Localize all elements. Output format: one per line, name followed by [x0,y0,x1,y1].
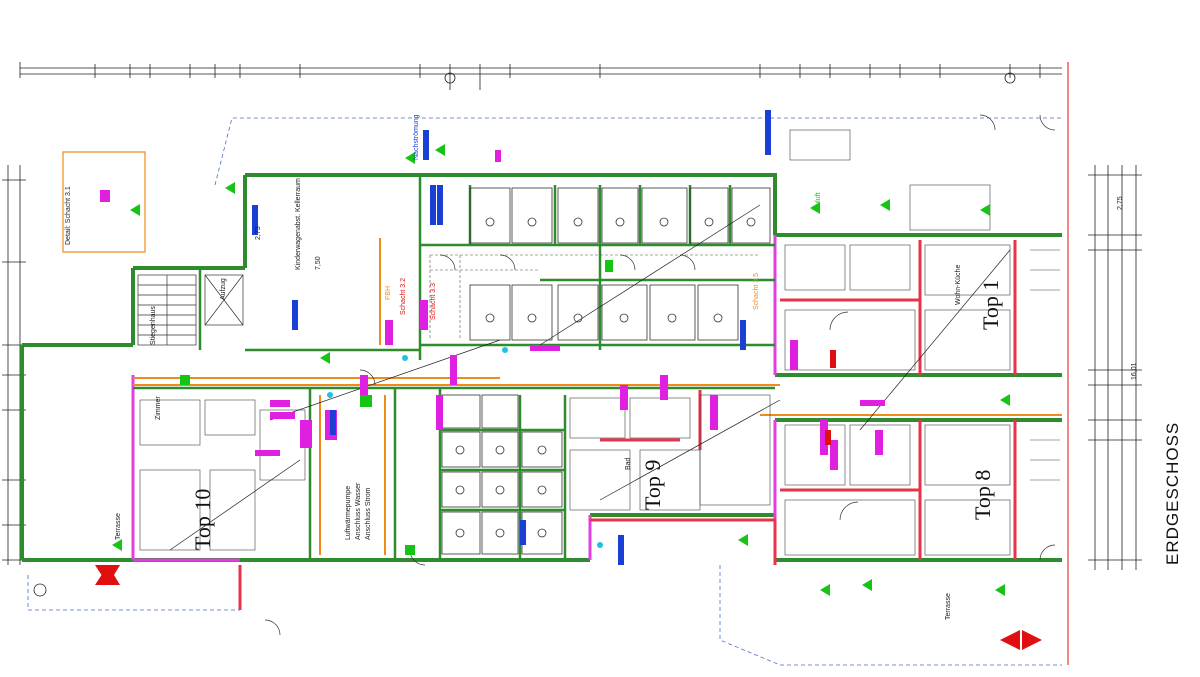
luftwaermepumpe-label: Luftwärmepumpe [345,486,352,540]
sheet-title: ERDGESCHOSS [1163,422,1182,565]
zimmer-label: Zimmer [155,396,162,420]
stiegenhaus-label: Stiegenhaus [150,306,157,345]
schacht-33-label: Schacht 3.3 [430,283,437,320]
detail-label: Detail: Schacht 3.1 [65,186,72,245]
dimension-c: 16,01 [1131,362,1138,380]
zuluft-label: Zuluft [815,192,822,210]
anschluss-wasser-label: Anschluss Wasser [355,482,362,540]
schacht-32-label: Schacht 3.2 [400,278,407,315]
unit-top8-label: Top 8 [970,470,995,520]
dimension-b: 7,50 [315,256,322,270]
dimension-d: 2,75 [1117,196,1124,210]
schacht-35-label: Schacht 3.5 [753,273,760,310]
kinderwagen-label: Kinderwagenabst. Kellerraum [295,178,302,270]
wohnkueche-label: Wohn-Küche [955,265,962,305]
terrasse-label-top10: Terrasse [115,513,122,540]
nachstroemung-label: Nachströmung [413,114,420,160]
aufzug-label: Aufzug [220,278,227,300]
unit-top1-label: Top 1 [978,280,1003,330]
anschluss-strom-label: Anschluss Strom [365,487,372,540]
unit-top10-label: Top 10 [190,489,215,550]
unit-top9-label: Top 9 [640,460,665,510]
floor-plan-drawing: FBH Schacht 3.5 Schacht 3.2 Schacht 3.3 … [0,0,1200,677]
bad-label: Bad [625,457,632,470]
fbh-label: FBH [385,286,392,300]
terrasse-label-top8: Terrasse [945,593,952,620]
dimension-a: 2,73 [255,226,262,240]
